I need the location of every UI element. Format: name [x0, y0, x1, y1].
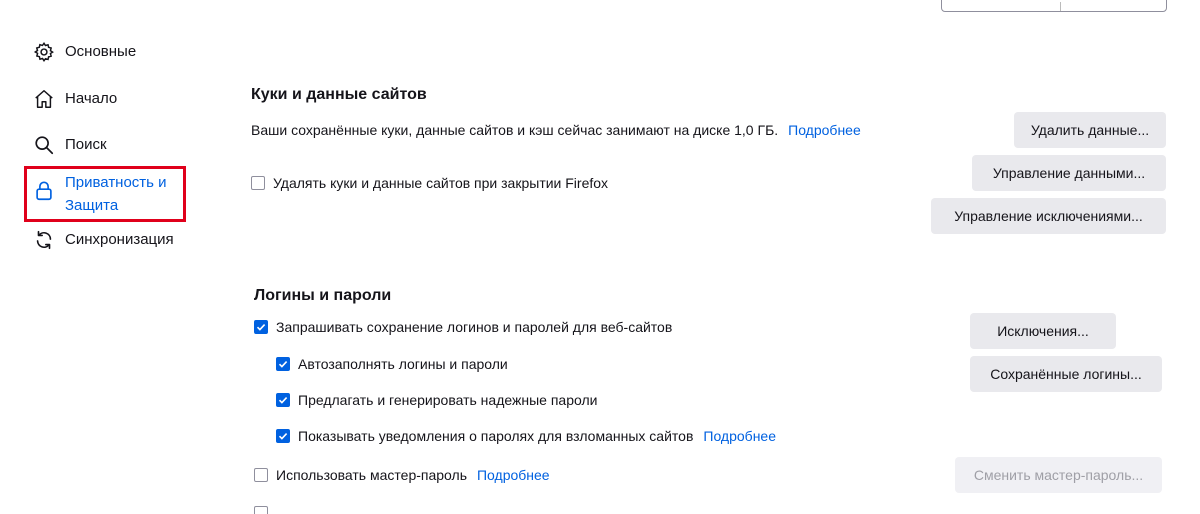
checkbox-box[interactable] — [276, 393, 290, 407]
logins-section-title: Логины и пароли — [254, 287, 392, 304]
sidebar-item-label: Начало — [65, 90, 118, 107]
checkbox-label: Автозаполнять логины и пароли — [298, 356, 508, 372]
checkmark-icon — [278, 433, 288, 440]
sidebar-item-privacy[interactable]: Приватность и Защита — [32, 171, 180, 217]
checkbox-label: Показывать уведомления о паролях для взл… — [298, 428, 694, 444]
checkbox-box[interactable] — [251, 176, 265, 190]
sidebar-item-label: Поиск — [65, 136, 107, 153]
saved-logins-button[interactable]: Сохранённые логины... — [970, 356, 1162, 392]
search-icon — [32, 133, 56, 157]
use-master-password-checkbox[interactable]: Использовать мастер-пароль Подробнее — [254, 467, 550, 483]
suggest-passwords-checkbox[interactable]: Предлагать и генерировать надежные парол… — [276, 392, 597, 408]
checkbox-box[interactable] — [254, 320, 268, 334]
checkmark-icon — [256, 324, 266, 331]
manage-exceptions-button[interactable]: Управление исключениями... — [931, 198, 1166, 234]
breach-learn-more-link[interactable]: Подробнее — [703, 428, 776, 444]
sidebar-item-search[interactable]: Поиск — [32, 133, 107, 157]
cut-off-checkbox-row — [254, 506, 1164, 514]
sidebar-item-label: Приватность и Защита — [65, 174, 167, 214]
breach-alerts-checkbox[interactable]: Показывать уведомления о паролях для взл… — [276, 428, 776, 444]
cookies-usage-text: Ваши сохранённые куки, данные сайтов и к… — [251, 122, 861, 138]
sync-icon — [32, 228, 56, 252]
sidebar-item-label: Синхронизация — [65, 231, 174, 248]
cookies-usage-description: Ваши сохранённые куки, данные сайтов и к… — [251, 122, 779, 138]
checkbox-label: Использовать мастер-пароль — [276, 467, 467, 483]
ask-to-save-logins-checkbox[interactable]: Запрашивать сохранение логинов и паролей… — [254, 319, 672, 335]
manage-data-button[interactable]: Управление данными... — [972, 155, 1166, 191]
sidebar-item-home[interactable]: Начало — [32, 87, 117, 111]
checkbox-box[interactable] — [276, 357, 290, 371]
checkbox-label: Запрашивать сохранение логинов и паролей… — [276, 319, 673, 335]
search-box-divider — [1060, 2, 1061, 11]
checkbox-box[interactable] — [254, 506, 268, 514]
find-in-options-input[interactable] — [941, 0, 1167, 12]
home-icon — [32, 87, 56, 111]
sidebar-item-general[interactable]: Основные — [32, 40, 136, 64]
autofill-logins-checkbox[interactable]: Автозаполнять логины и пароли — [276, 356, 508, 372]
lock-icon — [32, 179, 56, 203]
checkmark-icon — [278, 397, 288, 404]
checkbox-box[interactable] — [254, 468, 268, 482]
login-exceptions-button[interactable]: Исключения... — [970, 313, 1116, 349]
gear-icon — [32, 40, 56, 64]
delete-cookies-on-close-checkbox[interactable]: Удалять куки и данные сайтов при закрыти… — [251, 175, 608, 191]
checkbox-label: Предлагать и генерировать надежные парол… — [298, 392, 598, 408]
sidebar-item-label: Основные — [65, 43, 137, 60]
checkbox-label: Удалять куки и данные сайтов при закрыти… — [273, 175, 609, 191]
change-master-password-button: Сменить мастер-пароль... — [955, 457, 1162, 493]
master-learn-more-link[interactable]: Подробнее — [477, 467, 550, 483]
clear-data-button[interactable]: Удалить данные... — [1014, 112, 1166, 148]
sidebar-item-sync[interactable]: Синхронизация — [32, 228, 174, 252]
cookies-section-title: Куки и данные сайтов — [251, 86, 427, 103]
cookies-learn-more-link[interactable]: Подробнее — [788, 122, 861, 138]
checkmark-icon — [278, 361, 288, 368]
checkbox-box[interactable] — [276, 429, 290, 443]
